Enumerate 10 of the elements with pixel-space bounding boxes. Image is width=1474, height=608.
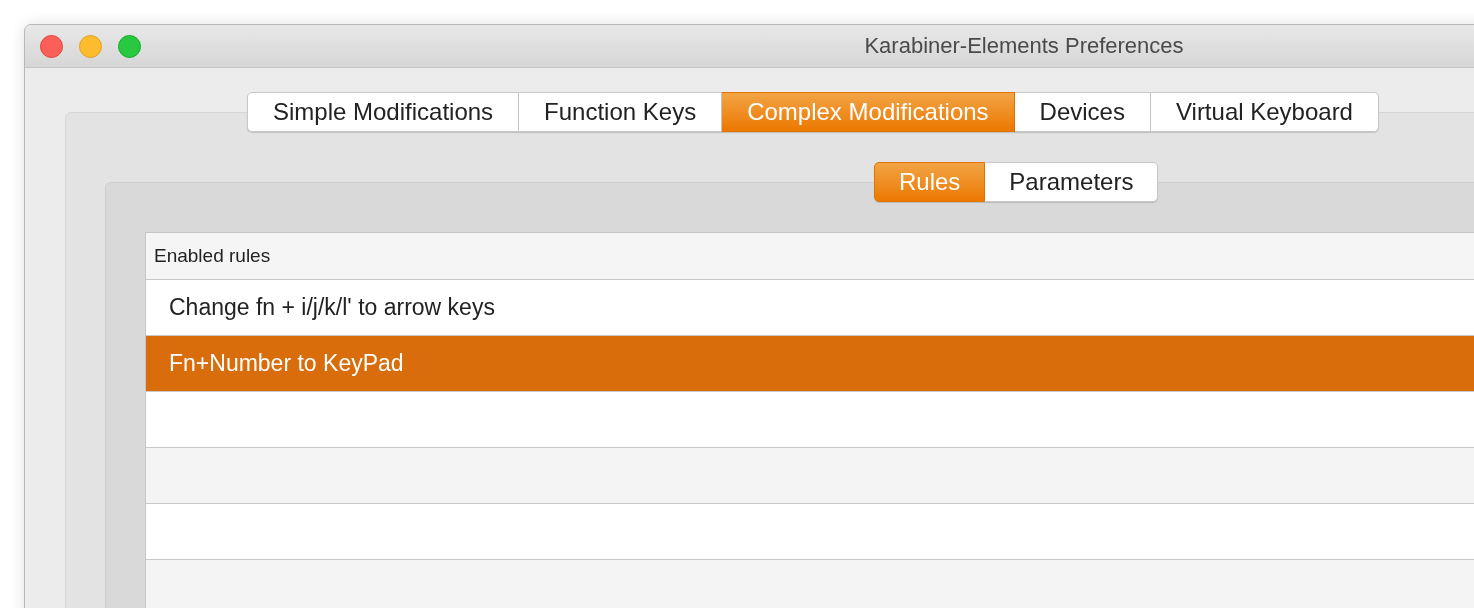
- window-title: Karabiner-Elements Preferences: [864, 33, 1184, 58]
- column-header: Enabled rules: [146, 233, 1474, 280]
- tab[interactable]: Devices: [1014, 92, 1151, 132]
- close-button[interactable]: [40, 34, 63, 58]
- tab[interactable]: Function Keys: [519, 92, 723, 132]
- tab[interactable]: Virtual Keyboard: [1150, 92, 1379, 132]
- zoom-button[interactable]: [118, 34, 141, 58]
- segment-tab[interactable]: Parameters: [985, 162, 1159, 202]
- minimize-button[interactable]: [79, 34, 102, 58]
- tab[interactable]: Simple Modifications: [247, 92, 520, 132]
